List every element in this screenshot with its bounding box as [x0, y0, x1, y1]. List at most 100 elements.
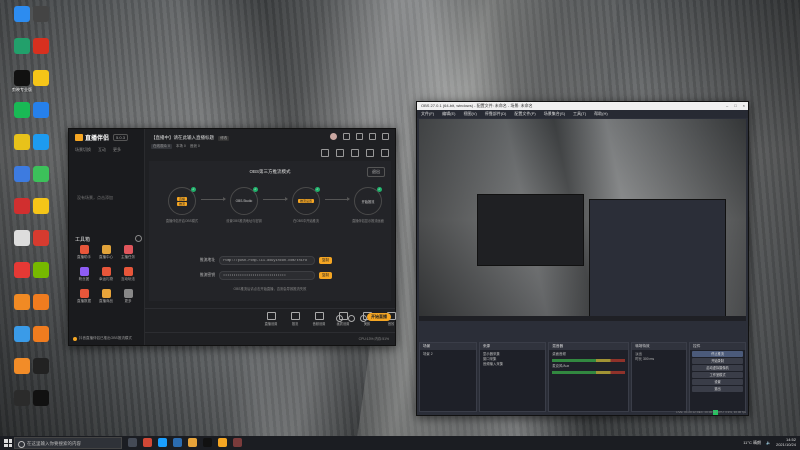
- taskbar-app-icon[interactable]: [218, 438, 227, 447]
- obs-menu-item[interactable]: 帮助(H): [594, 110, 608, 118]
- obs-menu-item[interactable]: 配置文件(P): [514, 110, 535, 118]
- tool-item[interactable]: 直播商品: [95, 289, 117, 304]
- mic-icon[interactable]: [351, 149, 359, 157]
- close-icon[interactable]: [382, 133, 389, 140]
- copy-url-button[interactable]: 复制: [319, 257, 332, 264]
- taskbar-app-icon[interactable]: [158, 438, 167, 447]
- source-item[interactable]: 音频输入采集: [483, 362, 542, 367]
- stream-key-row: 推流密钥 复制: [191, 271, 332, 280]
- desktop-icon[interactable]: [19, 36, 63, 64]
- tool-item[interactable]: 主播任务: [117, 245, 139, 260]
- exit-button[interactable]: 退出: [692, 386, 743, 392]
- tab-interact[interactable]: 互动: [98, 147, 106, 153]
- app-icon: [33, 326, 49, 342]
- desktop-icon[interactable]: [19, 324, 63, 352]
- desktop-icon[interactable]: [19, 356, 63, 384]
- taskbar-search-input[interactable]: 在这里输入你要搜索的内容: [14, 437, 122, 449]
- obs-menu-item[interactable]: 文件(F): [421, 110, 434, 118]
- stop-stream-button[interactable]: 停止推流: [692, 351, 743, 357]
- clock[interactable]: 14:52 2021/10/24: [776, 437, 796, 447]
- settings-button[interactable]: 设置: [692, 379, 743, 385]
- maximize-icon[interactable]: □: [734, 102, 736, 110]
- settings-icon[interactable]: [356, 133, 363, 140]
- obs-menu-item[interactable]: 场景集合(S): [544, 110, 565, 118]
- room-edit-button[interactable]: 修改: [218, 136, 230, 141]
- close-icon[interactable]: ×: [743, 102, 745, 110]
- stream-url-row: 推流地址 复制: [191, 256, 332, 265]
- toolbar-label: 推流: [291, 322, 299, 326]
- scene-item[interactable]: 场景 2: [423, 352, 473, 357]
- desktop-icon[interactable]: [19, 132, 63, 160]
- avatar[interactable]: [330, 133, 337, 140]
- bottom-toolbar-item[interactable]: 音频设置: [311, 312, 327, 326]
- screenshot-icon[interactable]: [336, 149, 344, 157]
- tool-item[interactable]: 直播助手: [73, 245, 95, 260]
- tool-item[interactable]: 粉丝团: [73, 267, 95, 282]
- tab-scene[interactable]: 场景切换: [75, 147, 91, 153]
- obs-menu-item[interactable]: 视图(V): [463, 110, 476, 118]
- studio-mode-button[interactable]: 工作室模式: [692, 372, 743, 378]
- app-icon: [33, 102, 49, 118]
- desktop-icon[interactable]: [19, 260, 63, 288]
- version-badge[interactable]: 5.0.3: [113, 133, 128, 141]
- obs-notice[interactable]: 抖音直播伴侣已推出OBS推流模式: [73, 336, 132, 341]
- taskbar-app-icon[interactable]: [233, 438, 242, 447]
- step-3: 推流设置 ✓ 在OBS中开始推流: [287, 187, 325, 224]
- tool-item[interactable]: 更多: [117, 289, 139, 304]
- volume-meter[interactable]: [552, 359, 626, 362]
- start-recording-button[interactable]: 开始录制: [692, 358, 743, 364]
- feedback-icon[interactable]: [348, 315, 355, 322]
- desktop-icon[interactable]: [19, 68, 63, 96]
- desktop-icon[interactable]: [19, 196, 63, 224]
- volume-meter[interactable]: [552, 371, 626, 374]
- status-text: CPU:13% 内存:51%: [358, 337, 389, 341]
- scene-empty-hint[interactable]: 没有场景，点击添加: [77, 195, 113, 201]
- transition-duration[interactable]: 时长 300 ms: [635, 357, 683, 362]
- tool-item[interactable]: 直播中心: [95, 245, 117, 260]
- desktop-icon[interactable]: [19, 4, 63, 32]
- taskbar-app-icon[interactable]: [188, 438, 197, 447]
- stream-url-field[interactable]: [219, 256, 315, 265]
- desktop-icon[interactable]: [19, 100, 63, 128]
- gear-icon[interactable]: [360, 315, 367, 322]
- search-icon: [18, 441, 25, 448]
- obs-menu-item[interactable]: 编辑(E): [442, 110, 455, 118]
- taskbar-app-icon[interactable]: [203, 438, 212, 447]
- desktop-icon[interactable]: [19, 164, 63, 192]
- copy-key-button[interactable]: 复制: [319, 272, 332, 279]
- stream-key-field[interactable]: [219, 271, 315, 280]
- step-4: 开始推流 ✓ 直播伴侣显示推流画面: [349, 187, 387, 224]
- help-icon[interactable]: [336, 315, 343, 322]
- taskbar-app-icon[interactable]: [173, 438, 182, 447]
- taskbar-app-icon[interactable]: [128, 438, 137, 447]
- desktop-icon[interactable]: [19, 228, 63, 256]
- share-icon[interactable]: [381, 149, 389, 157]
- taskbar-app-icon[interactable]: [143, 438, 152, 447]
- tool-item[interactable]: 直播数据: [73, 289, 95, 304]
- weather-widget[interactable]: 11°C 晴朗: [743, 440, 761, 446]
- obs-menu-item[interactable]: 停靠部件(D): [485, 110, 507, 118]
- check-badge: ✓: [377, 187, 382, 192]
- virtual-camera-button[interactable]: 启动虚拟摄像机: [692, 365, 743, 371]
- bottom-toolbar-item[interactable]: 推流: [287, 312, 303, 326]
- windows-start-icon[interactable]: [4, 439, 12, 447]
- start-live-button[interactable]: 开始直播: [367, 313, 391, 321]
- minimize-icon[interactable]: [369, 133, 376, 140]
- minimize-icon[interactable]: –: [726, 102, 728, 110]
- bottom-toolbar-item[interactable]: 直播设置: [263, 312, 279, 326]
- desktop-icon[interactable]: [19, 292, 63, 320]
- obs-preview[interactable]: [419, 119, 746, 321]
- tool-item[interactable]: 幸运礼物: [95, 267, 117, 282]
- notification-icon[interactable]: [366, 149, 374, 157]
- mail-icon[interactable]: [343, 133, 350, 140]
- tool-item[interactable]: 互动玩法: [117, 267, 139, 282]
- tab-more[interactable]: 更多: [113, 147, 121, 153]
- record-icon[interactable]: [321, 149, 329, 157]
- obs-menubar: 文件(F) 编辑(E) 视图(V) 停靠部件(D) 配置文件(P) 场景集合(S) 工具(T…: [417, 110, 748, 118]
- exit-obs-mode-button[interactable]: 退出: [367, 167, 385, 177]
- desktop-icon[interactable]: [19, 388, 63, 416]
- obs-menu-item[interactable]: 工具(T): [573, 110, 586, 118]
- toolbox-settings-icon[interactable]: [135, 235, 142, 242]
- volume-icon[interactable]: 🔈: [766, 440, 771, 445]
- status-bar: CPU:13% 内存:51%: [145, 332, 395, 345]
